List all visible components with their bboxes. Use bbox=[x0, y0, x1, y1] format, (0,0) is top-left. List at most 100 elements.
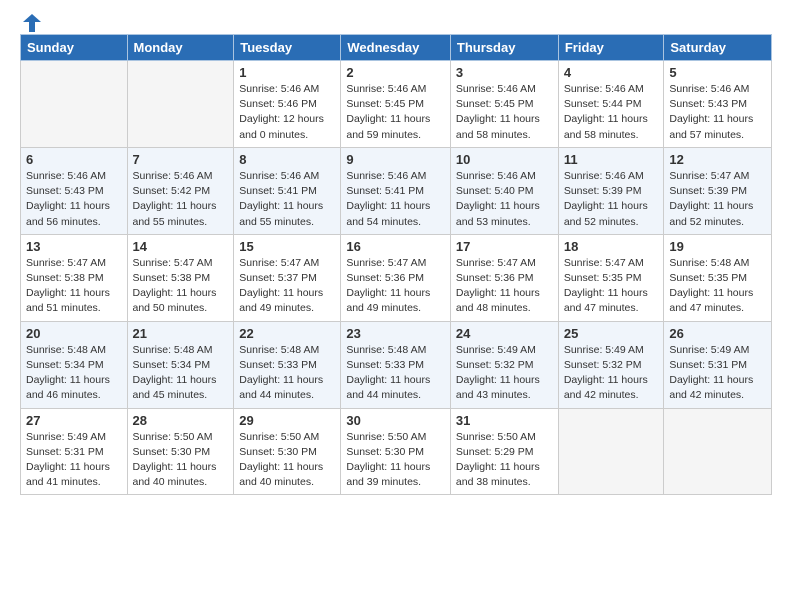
calendar-cell: 7 Sunrise: 5:46 AM Sunset: 5:42 PM Daylig… bbox=[127, 147, 234, 234]
cell-info: Sunrise: 5:46 AM Sunset: 5:41 PM Dayligh… bbox=[346, 169, 445, 230]
calendar-header-saturday: Saturday bbox=[664, 35, 772, 61]
day-number: 19 bbox=[669, 239, 766, 254]
calendar-cell: 24 Sunrise: 5:49 AM Sunset: 5:32 PM Dayli… bbox=[450, 321, 558, 408]
page: SundayMondayTuesdayWednesdayThursdayFrid… bbox=[0, 0, 792, 511]
day-number: 10 bbox=[456, 152, 553, 167]
cell-info: Sunrise: 5:46 AM Sunset: 5:42 PM Dayligh… bbox=[133, 169, 229, 230]
cell-info: Sunrise: 5:46 AM Sunset: 5:39 PM Dayligh… bbox=[564, 169, 659, 230]
logo bbox=[20, 16, 43, 28]
calendar-week-row: 27Sunrise: 5:49 AM Sunset: 5:31 PM Dayli… bbox=[21, 408, 772, 495]
calendar-cell: 31 Sunrise: 5:50 AM Sunset: 5:29 PM Dayli… bbox=[450, 408, 558, 495]
calendar-header-wednesday: Wednesday bbox=[341, 35, 451, 61]
day-number: 9 bbox=[346, 152, 445, 167]
calendar-cell: 9 Sunrise: 5:46 AM Sunset: 5:41 PM Daylig… bbox=[341, 147, 451, 234]
cell-info: Sunrise: 5:50 AM Sunset: 5:30 PM Dayligh… bbox=[346, 430, 445, 491]
cell-info: Sunrise: 5:49 AM Sunset: 5:32 PM Dayligh… bbox=[564, 343, 659, 404]
cell-info: Sunrise: 5:48 AM Sunset: 5:33 PM Dayligh… bbox=[239, 343, 335, 404]
calendar-cell: 22 Sunrise: 5:48 AM Sunset: 5:33 PM Dayli… bbox=[234, 321, 341, 408]
day-number: 13 bbox=[26, 239, 122, 254]
day-number: 26 bbox=[669, 326, 766, 341]
cell-info: Sunrise: 5:47 AM Sunset: 5:39 PM Dayligh… bbox=[669, 169, 766, 230]
day-number: 21 bbox=[133, 326, 229, 341]
cell-info: Sunrise: 5:48 AM Sunset: 5:34 PM Dayligh… bbox=[26, 343, 122, 404]
cell-info: Sunrise: 5:50 AM Sunset: 5:30 PM Dayligh… bbox=[133, 430, 229, 491]
cell-info: Sunrise: 5:47 AM Sunset: 5:36 PM Dayligh… bbox=[346, 256, 445, 317]
cell-info: Sunrise: 5:46 AM Sunset: 5:45 PM Dayligh… bbox=[456, 82, 553, 143]
calendar-cell: 13 Sunrise: 5:47 AM Sunset: 5:38 PM Dayli… bbox=[21, 234, 128, 321]
cell-info: Sunrise: 5:49 AM Sunset: 5:31 PM Dayligh… bbox=[26, 430, 122, 491]
calendar-week-row: 1 Sunrise: 5:46 AM Sunset: 5:46 PM Daylig… bbox=[21, 61, 772, 148]
cell-info: Sunrise: 5:48 AM Sunset: 5:34 PM Dayligh… bbox=[133, 343, 229, 404]
cell-info: Sunrise: 5:47 AM Sunset: 5:36 PM Dayligh… bbox=[456, 256, 553, 317]
calendar-header-monday: Monday bbox=[127, 35, 234, 61]
day-number: 14 bbox=[133, 239, 229, 254]
day-number: 11 bbox=[564, 152, 659, 167]
calendar-cell: 11 Sunrise: 5:46 AM Sunset: 5:39 PM Dayli… bbox=[558, 147, 664, 234]
calendar-cell: 19 Sunrise: 5:48 AM Sunset: 5:35 PM Dayli… bbox=[664, 234, 772, 321]
calendar-cell: 2Sunrise: 5:46 AM Sunset: 5:45 PM Daylig… bbox=[341, 61, 451, 148]
cell-info: Sunrise: 5:49 AM Sunset: 5:32 PM Dayligh… bbox=[456, 343, 553, 404]
calendar-cell: 17 Sunrise: 5:47 AM Sunset: 5:36 PM Dayli… bbox=[450, 234, 558, 321]
day-number: 24 bbox=[456, 326, 553, 341]
cell-info: Sunrise: 5:47 AM Sunset: 5:37 PM Dayligh… bbox=[239, 256, 335, 317]
day-number: 31 bbox=[456, 413, 553, 428]
calendar-header-thursday: Thursday bbox=[450, 35, 558, 61]
calendar-header-friday: Friday bbox=[558, 35, 664, 61]
cell-info: Sunrise: 5:48 AM Sunset: 5:35 PM Dayligh… bbox=[669, 256, 766, 317]
day-number: 20 bbox=[26, 326, 122, 341]
cell-info: Sunrise: 5:46 AM Sunset: 5:46 PM Dayligh… bbox=[239, 82, 335, 143]
calendar-cell bbox=[127, 61, 234, 148]
cell-info: Sunrise: 5:50 AM Sunset: 5:29 PM Dayligh… bbox=[456, 430, 553, 491]
calendar-cell: 14 Sunrise: 5:47 AM Sunset: 5:38 PM Dayli… bbox=[127, 234, 234, 321]
cell-info: Sunrise: 5:46 AM Sunset: 5:43 PM Dayligh… bbox=[26, 169, 122, 230]
calendar-cell: 29Sunrise: 5:50 AM Sunset: 5:30 PM Dayli… bbox=[234, 408, 341, 495]
calendar-cell: 26 Sunrise: 5:49 AM Sunset: 5:31 PM Dayli… bbox=[664, 321, 772, 408]
calendar-cell: 10 Sunrise: 5:46 AM Sunset: 5:40 PM Dayli… bbox=[450, 147, 558, 234]
calendar-cell bbox=[21, 61, 128, 148]
cell-info: Sunrise: 5:46 AM Sunset: 5:45 PM Dayligh… bbox=[346, 82, 445, 143]
calendar-table: SundayMondayTuesdayWednesdayThursdayFrid… bbox=[20, 34, 772, 495]
calendar-cell: 18Sunrise: 5:47 AM Sunset: 5:35 PM Dayli… bbox=[558, 234, 664, 321]
cell-info: Sunrise: 5:50 AM Sunset: 5:30 PM Dayligh… bbox=[239, 430, 335, 491]
day-number: 6 bbox=[26, 152, 122, 167]
calendar-cell: 25 Sunrise: 5:49 AM Sunset: 5:32 PM Dayli… bbox=[558, 321, 664, 408]
day-number: 3 bbox=[456, 65, 553, 80]
header bbox=[20, 16, 772, 28]
day-number: 16 bbox=[346, 239, 445, 254]
day-number: 18 bbox=[564, 239, 659, 254]
calendar-cell: 21 Sunrise: 5:48 AM Sunset: 5:34 PM Dayli… bbox=[127, 321, 234, 408]
day-number: 5 bbox=[669, 65, 766, 80]
day-number: 17 bbox=[456, 239, 553, 254]
cell-info: Sunrise: 5:46 AM Sunset: 5:40 PM Dayligh… bbox=[456, 169, 553, 230]
calendar-week-row: 20 Sunrise: 5:48 AM Sunset: 5:34 PM Dayli… bbox=[21, 321, 772, 408]
calendar-cell bbox=[664, 408, 772, 495]
day-number: 28 bbox=[133, 413, 229, 428]
calendar-cell: 16 Sunrise: 5:47 AM Sunset: 5:36 PM Dayli… bbox=[341, 234, 451, 321]
cell-info: Sunrise: 5:47 AM Sunset: 5:38 PM Dayligh… bbox=[26, 256, 122, 317]
cell-info: Sunrise: 5:48 AM Sunset: 5:33 PM Dayligh… bbox=[346, 343, 445, 404]
calendar-cell: 5Sunrise: 5:46 AM Sunset: 5:43 PM Daylig… bbox=[664, 61, 772, 148]
cell-info: Sunrise: 5:49 AM Sunset: 5:31 PM Dayligh… bbox=[669, 343, 766, 404]
cell-info: Sunrise: 5:46 AM Sunset: 5:41 PM Dayligh… bbox=[239, 169, 335, 230]
day-number: 12 bbox=[669, 152, 766, 167]
calendar-header-row: SundayMondayTuesdayWednesdayThursdayFrid… bbox=[21, 35, 772, 61]
calendar-cell: 6 Sunrise: 5:46 AM Sunset: 5:43 PM Daylig… bbox=[21, 147, 128, 234]
day-number: 22 bbox=[239, 326, 335, 341]
calendar-week-row: 6 Sunrise: 5:46 AM Sunset: 5:43 PM Daylig… bbox=[21, 147, 772, 234]
cell-info: Sunrise: 5:47 AM Sunset: 5:38 PM Dayligh… bbox=[133, 256, 229, 317]
calendar-cell: 15Sunrise: 5:47 AM Sunset: 5:37 PM Dayli… bbox=[234, 234, 341, 321]
calendar-cell: 30 Sunrise: 5:50 AM Sunset: 5:30 PM Dayli… bbox=[341, 408, 451, 495]
calendar-cell: 23Sunrise: 5:48 AM Sunset: 5:33 PM Dayli… bbox=[341, 321, 451, 408]
day-number: 7 bbox=[133, 152, 229, 167]
calendar-cell: 28 Sunrise: 5:50 AM Sunset: 5:30 PM Dayli… bbox=[127, 408, 234, 495]
day-number: 30 bbox=[346, 413, 445, 428]
calendar-cell: 4Sunrise: 5:46 AM Sunset: 5:44 PM Daylig… bbox=[558, 61, 664, 148]
calendar-header-sunday: Sunday bbox=[21, 35, 128, 61]
calendar-cell: 3 Sunrise: 5:46 AM Sunset: 5:45 PM Daylig… bbox=[450, 61, 558, 148]
calendar-cell: 12 Sunrise: 5:47 AM Sunset: 5:39 PM Dayli… bbox=[664, 147, 772, 234]
logo-icon bbox=[21, 12, 43, 34]
day-number: 1 bbox=[239, 65, 335, 80]
calendar-cell: 8Sunrise: 5:46 AM Sunset: 5:41 PM Daylig… bbox=[234, 147, 341, 234]
day-number: 25 bbox=[564, 326, 659, 341]
calendar-cell: 1 Sunrise: 5:46 AM Sunset: 5:46 PM Daylig… bbox=[234, 61, 341, 148]
